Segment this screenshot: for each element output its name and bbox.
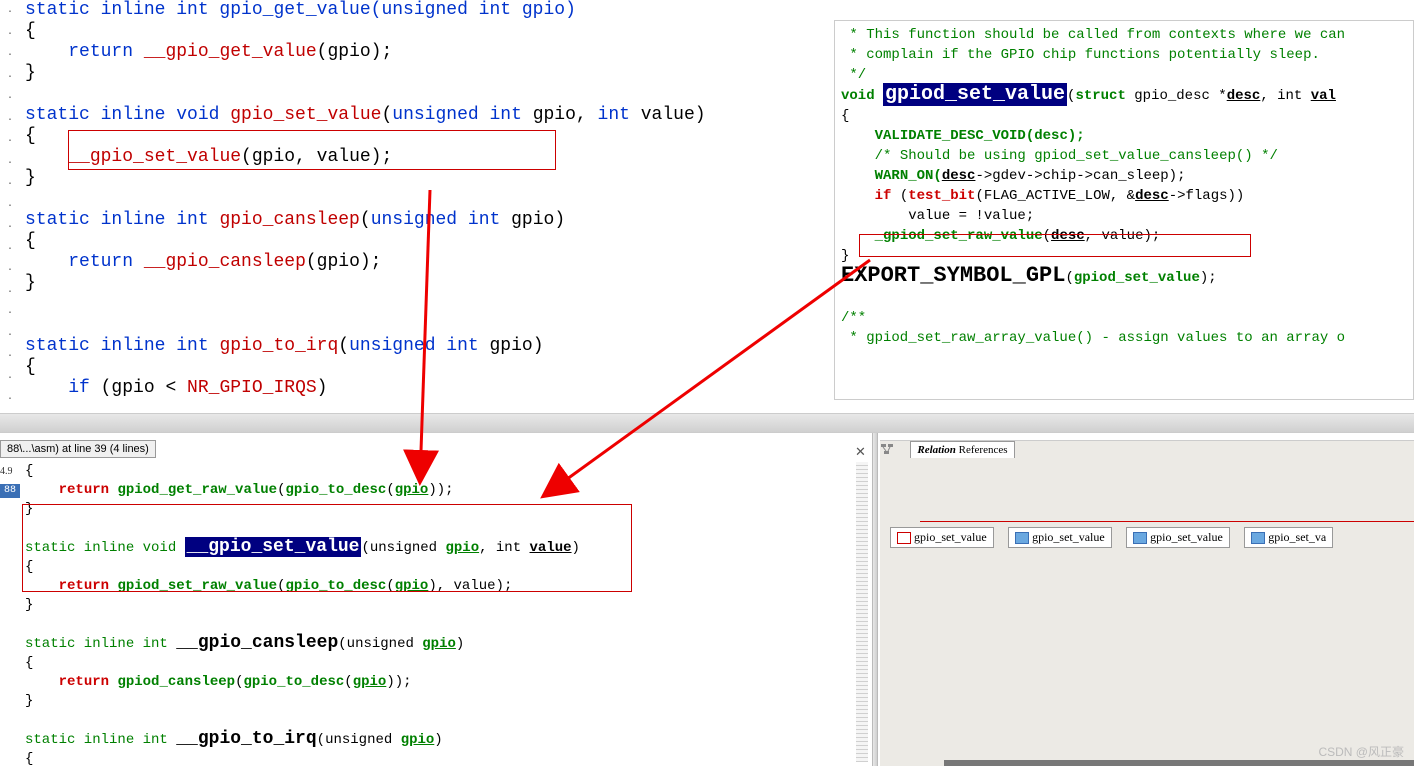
pane-divider-vertical[interactable]	[872, 433, 878, 766]
reference-item[interactable]: gpio_set_value	[1126, 527, 1230, 548]
editor-top-right[interactable]: * This function should be called from co…	[834, 20, 1414, 400]
relation-pane: Relation References gpio_set_value gpio_…	[880, 440, 1414, 766]
reference-item[interactable]: gpio_set_va	[1244, 527, 1333, 548]
highlight-box-3	[22, 504, 632, 592]
reference-icon	[1015, 532, 1029, 544]
minimap[interactable]	[856, 462, 868, 762]
highlight-box-1	[68, 130, 556, 170]
reference-item[interactable]: gpio_set_value	[890, 527, 994, 548]
relation-tab[interactable]: Relation References	[910, 441, 1014, 458]
close-icon[interactable]: ✕	[855, 444, 866, 460]
gutter: ...................	[0, 0, 20, 410]
line-marker-49: 4.9	[0, 466, 13, 477]
tab-bar: 88\...\asm) at line 39 (4 lines)	[0, 440, 156, 464]
reference-icon	[1251, 532, 1265, 544]
highlight-box-2	[859, 234, 1251, 257]
relation-connector-line	[920, 521, 1414, 522]
reference-item[interactable]: gpio_set_value	[1008, 527, 1112, 548]
line-marker-88: 88	[0, 484, 20, 498]
pane-divider-horizontal[interactable]	[0, 413, 1414, 433]
relation-icon	[880, 442, 894, 456]
file-tab[interactable]: 88\...\asm) at line 39 (4 lines)	[0, 440, 156, 458]
code-line: static inline int gpio_get_value(unsigne…	[25, 0, 576, 20]
editor-top-left[interactable]: static inline int gpio_get_value(unsigne…	[25, 0, 835, 410]
reference-icon	[1133, 532, 1147, 544]
scrollbar-horizontal[interactable]	[944, 760, 1414, 766]
watermark: CSDN @风正豪	[1318, 743, 1404, 760]
reference-icon	[897, 532, 911, 544]
references-row: gpio_set_value gpio_set_value gpio_set_v…	[890, 527, 1339, 548]
highlighted-symbol: gpiod_set_value	[883, 83, 1067, 106]
